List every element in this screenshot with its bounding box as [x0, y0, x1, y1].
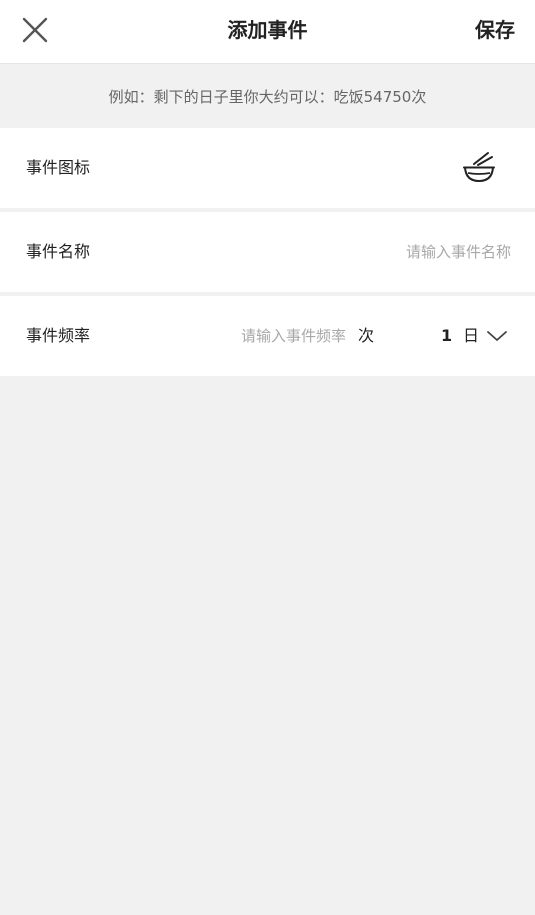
event-icon-row: 事件图标 — [0, 128, 535, 208]
event-name-label: 事件名称 — [26, 242, 91, 261]
event-frequency-row: 事件频率 次 1 日 — [0, 296, 535, 376]
frequency-unit: 次 — [358, 326, 375, 345]
chevron-down-icon — [487, 331, 507, 341]
period-count: 1 — [441, 326, 453, 345]
bowl-chopsticks-icon — [463, 152, 495, 183]
save-button[interactable]: 保存 — [475, 0, 515, 60]
close-button[interactable] — [14, 10, 56, 50]
period-select[interactable]: 1 日 — [428, 316, 518, 356]
event-name-input[interactable] — [251, 237, 511, 267]
event-name-row: 事件名称 — [0, 212, 535, 292]
close-icon — [22, 17, 48, 43]
example-hint: 例如：剩下的日子里你大约可以：吃饭54750次 — [0, 64, 535, 128]
event-frequency-input[interactable] — [215, 321, 346, 351]
page-title: 添加事件 — [227, 18, 308, 42]
event-frequency-label: 事件频率 — [26, 326, 91, 345]
event-icon-label: 事件图标 — [26, 158, 91, 177]
nav-bar: 添加事件 保存 — [0, 0, 535, 64]
period-unit: 日 — [463, 326, 480, 345]
event-icon-picker[interactable] — [461, 150, 497, 186]
